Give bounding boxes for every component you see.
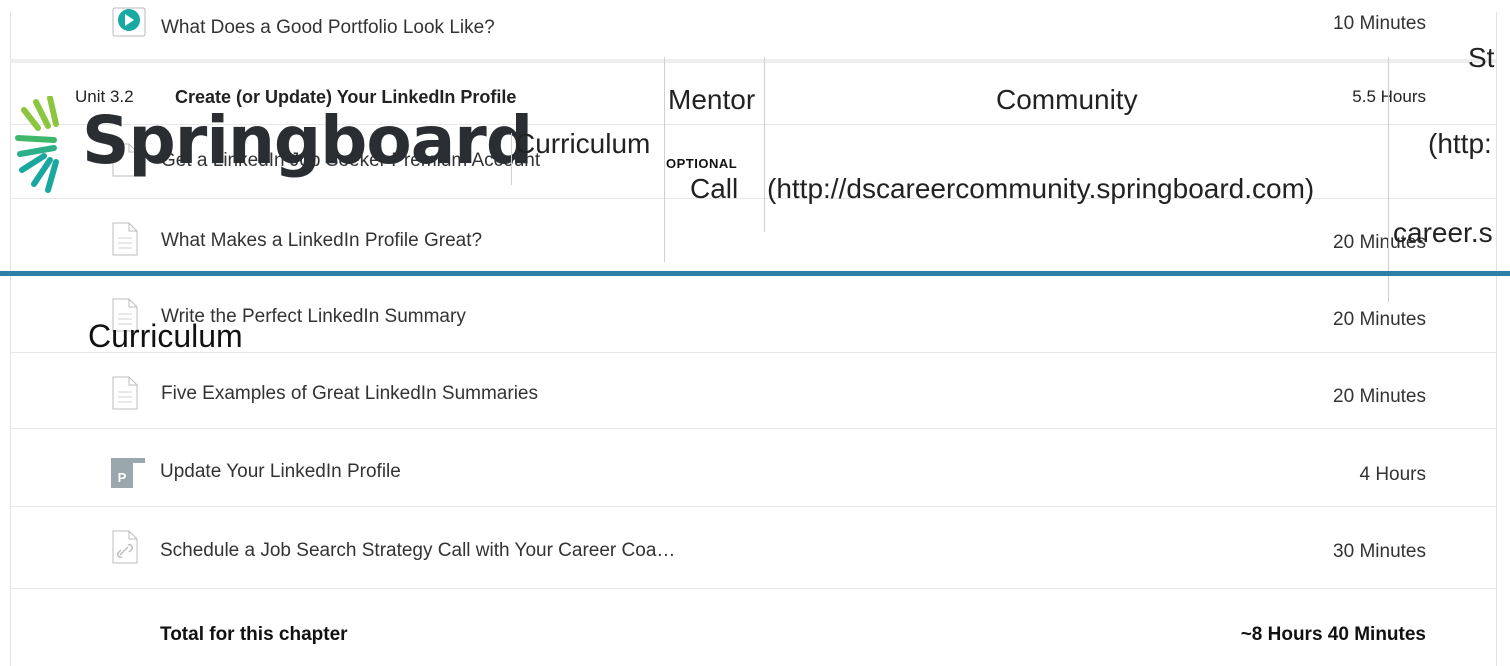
springboard-logo-icon[interactable] xyxy=(14,95,78,196)
nav-separator xyxy=(664,57,665,262)
nav-cutoff-career[interactable]: career.s xyxy=(1393,217,1493,249)
row-divider xyxy=(10,588,1496,589)
nav-cutoff-http[interactable]: (http: xyxy=(1428,128,1492,160)
row-divider xyxy=(10,506,1496,507)
chapter-total-label: Total for this chapter xyxy=(160,624,348,645)
lesson-duration: 30 Minutes xyxy=(1333,541,1426,562)
nav-community-url[interactable]: (http://dscareercommunity.springboard.co… xyxy=(767,173,1314,205)
header-bottom-rule xyxy=(0,271,1510,276)
svg-text:P: P xyxy=(118,470,127,485)
row-divider xyxy=(10,428,1496,429)
brand-wordmark[interactable]: Springboard xyxy=(82,108,533,174)
project-folder-icon: P xyxy=(111,458,145,488)
lesson-duration: 20 Minutes xyxy=(1333,386,1426,407)
nav-cutoff-st[interactable]: St xyxy=(1468,42,1494,74)
document-icon xyxy=(112,376,138,410)
nav-community-link[interactable]: Community xyxy=(996,84,1138,116)
lesson-title[interactable]: Schedule a Job Search Strategy Call with… xyxy=(160,540,675,562)
nav-curriculum-link[interactable]: Curriculum xyxy=(515,128,650,160)
lesson-title[interactable]: Update Your LinkedIn Profile xyxy=(160,461,401,483)
lesson-duration: 4 Hours xyxy=(1359,464,1426,485)
nav-mentor-call-label[interactable]: Call xyxy=(690,173,738,205)
nav-separator xyxy=(1388,57,1389,302)
link-document-icon xyxy=(112,530,138,564)
lesson-duration: 20 Minutes xyxy=(1333,309,1426,330)
lesson-title[interactable]: Five Examples of Great LinkedIn Summarie… xyxy=(161,383,538,405)
page-title: Curriculum xyxy=(88,318,243,354)
nav-separator xyxy=(511,133,512,185)
nav-mentor-link[interactable]: Mentor xyxy=(668,84,755,116)
nav-separator xyxy=(764,57,765,232)
site-header: Springboard Curriculum Mentor Call Commu… xyxy=(0,0,1510,302)
chapter-total-value: ~8 Hours 40 Minutes xyxy=(1240,624,1426,645)
